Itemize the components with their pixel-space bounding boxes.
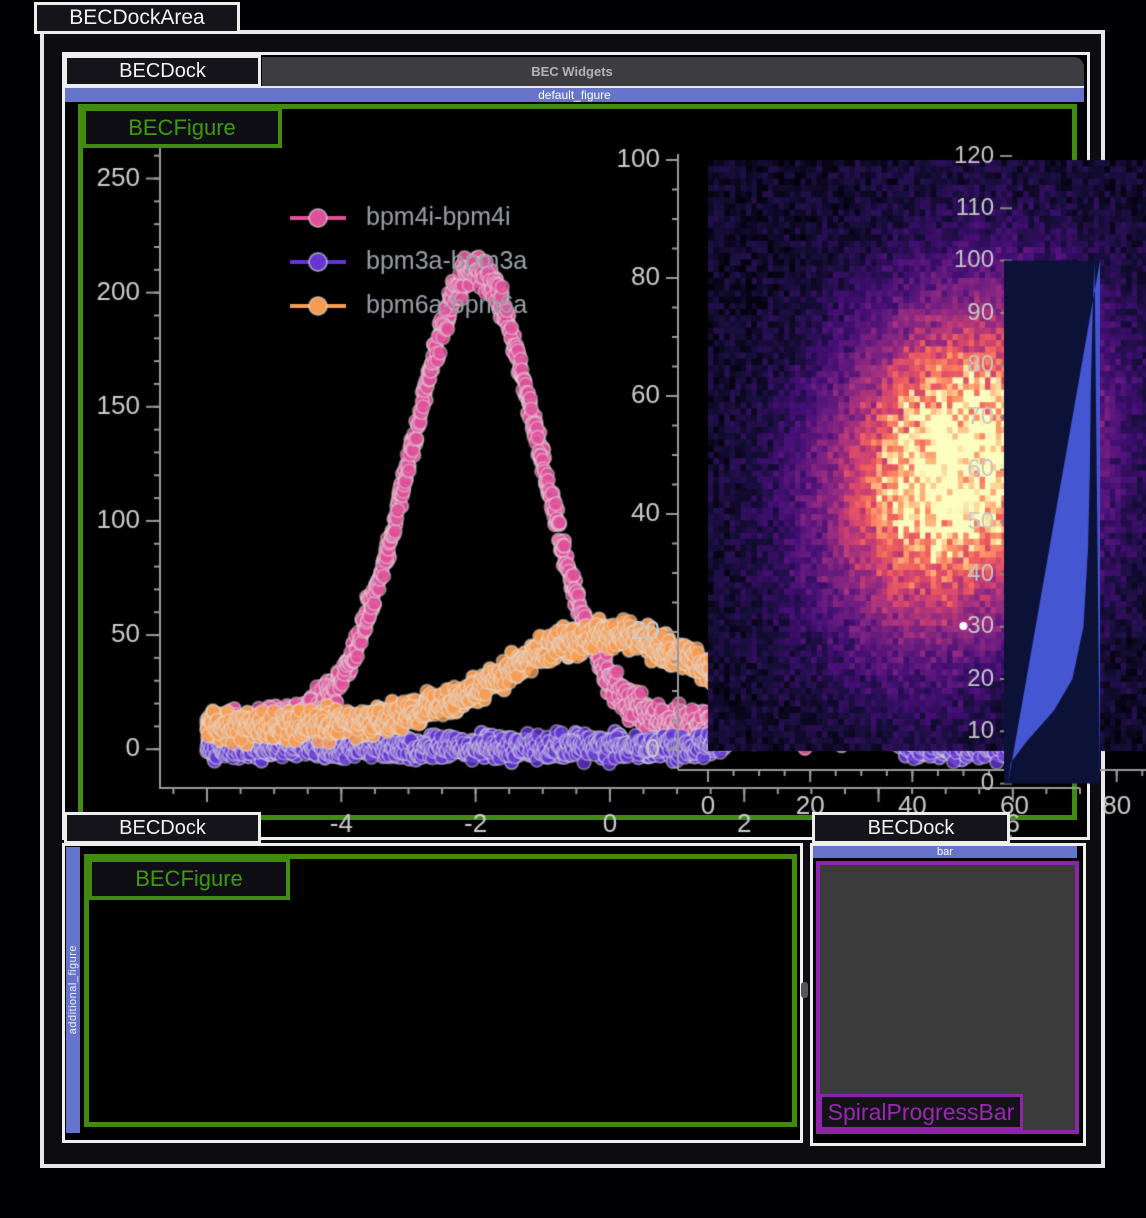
dock1-label: BECDock (64, 55, 261, 87)
bec-dock-area-label: BECDockArea (34, 2, 240, 34)
default-figure-title-bar[interactable]: default_figure (65, 86, 1084, 102)
dock2-label: BECDock (64, 812, 261, 844)
additional-figure-title-text: additional_figure (67, 945, 79, 1034)
tab-bec-widgets[interactable]: BEC Widgets (262, 57, 1084, 86)
spiral-progress-label: SpiralProgressBar (819, 1094, 1023, 1130)
default-figure-title-text: default_figure (538, 88, 611, 102)
dock1-label-text: BECDock (119, 60, 206, 83)
bec-figure-main-label-text: BECFigure (128, 115, 236, 141)
dock2-label-text: BECDock (119, 817, 206, 840)
bec-dock-area-label-text: BECDockArea (69, 6, 204, 30)
dock3-label-text: BECDock (868, 817, 955, 840)
dock3-label: BECDock (812, 812, 1010, 844)
bar-title-text: bar (937, 846, 953, 858)
bar-title-bar[interactable]: bar (813, 846, 1077, 858)
bec-figure-main-label: BECFigure (82, 107, 282, 148)
spiral-progress-bar[interactable] (820, 865, 1146, 1218)
dock-splitter-handle[interactable] (801, 982, 808, 998)
additional-figure-title-bar[interactable]: additional_figure (66, 847, 80, 1133)
spiral-progress-label-text: SpiralProgressBar (828, 1099, 1015, 1126)
page-background: BECDockArea BEC Widgets default_figure B… (0, 0, 1146, 1218)
bec-figure-additional-label: BECFigure (88, 858, 290, 900)
bec-figure-additional-label-text: BECFigure (135, 866, 243, 892)
tab-bec-widgets-label: BEC Widgets (262, 64, 882, 79)
